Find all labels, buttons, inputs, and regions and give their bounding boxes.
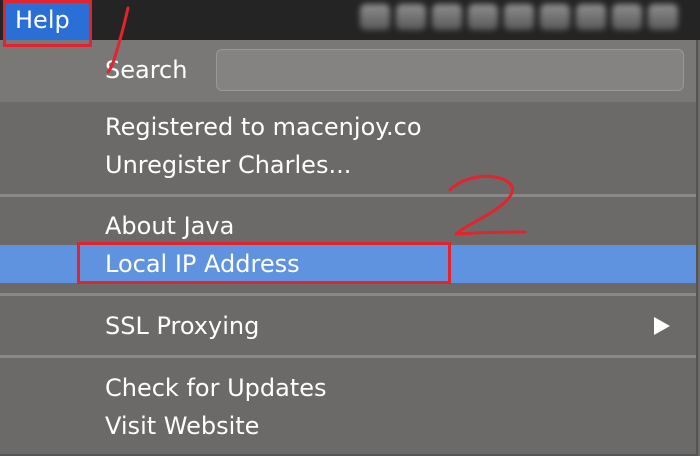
status-icon bbox=[576, 4, 606, 30]
menu-separator bbox=[0, 355, 696, 358]
status-icon bbox=[612, 4, 642, 30]
screen: Help Search Registered to macenjoy.co Un… bbox=[0, 0, 700, 456]
annotation-box-help bbox=[3, 0, 92, 47]
search-label: Search bbox=[105, 56, 188, 84]
menu-item-unregister[interactable]: Unregister Charles... bbox=[0, 146, 696, 184]
status-icon bbox=[360, 4, 390, 30]
menu-item-registered[interactable]: Registered to macenjoy.co bbox=[0, 108, 696, 146]
menu-item-ssl-proxying[interactable]: SSL Proxying bbox=[0, 307, 696, 345]
menu-item-check-updates[interactable]: Check for Updates bbox=[0, 369, 696, 407]
status-icon bbox=[540, 4, 570, 30]
menu-search-row: Search bbox=[0, 40, 696, 102]
status-icon bbox=[648, 4, 678, 30]
menu-item-about-java[interactable]: About Java bbox=[0, 207, 696, 245]
status-icon bbox=[396, 4, 426, 30]
status-icon bbox=[432, 4, 462, 30]
menu-separator bbox=[0, 194, 696, 197]
status-icon bbox=[504, 4, 534, 30]
blurred-status-icons bbox=[360, 4, 700, 34]
menu-bar: Help bbox=[0, 0, 700, 40]
menu-item-visit-website[interactable]: Visit Website bbox=[0, 407, 696, 445]
annotation-box-local-ip bbox=[77, 242, 451, 284]
chevron-right-icon bbox=[654, 317, 670, 335]
menu-separator bbox=[0, 293, 696, 296]
search-input[interactable] bbox=[216, 49, 684, 91]
status-icon bbox=[468, 4, 498, 30]
menu-item-label: SSL Proxying bbox=[105, 312, 260, 340]
